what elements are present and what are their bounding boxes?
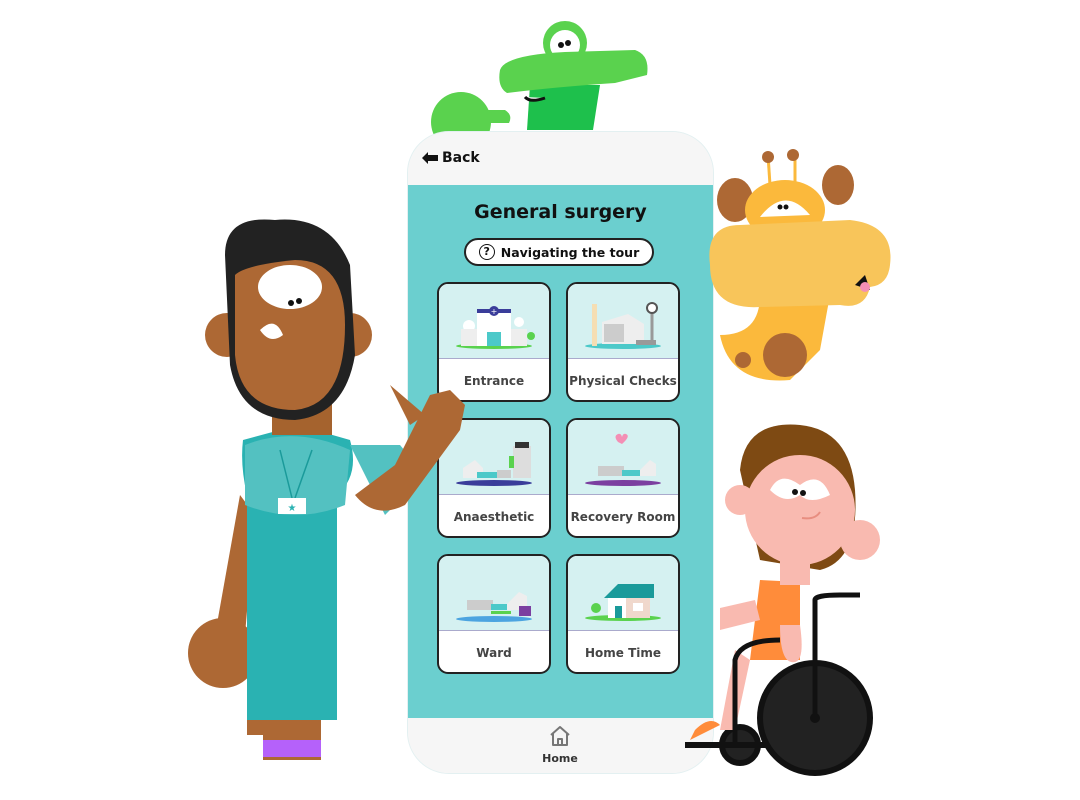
card-label: Home Time [584,646,662,660]
back-label: Back [442,150,480,166]
card-label: Recovery Room [570,510,676,524]
svg-text:+: + [491,307,498,316]
giraffe-character [709,149,891,381]
card-physical-checks[interactable]: Physical Checks [566,282,680,402]
arrow-left-icon [422,152,438,164]
house-icon [585,584,661,621]
home-button[interactable]: Home [530,724,590,765]
home-icon [550,726,570,746]
frog-character [431,21,648,145]
svg-text:★: ★ [288,503,297,514]
card-recovery-room[interactable]: Recovery Room [566,418,680,538]
scale-bed-icon [585,302,661,349]
recovery-bed-heart-icon [585,433,661,486]
card-label: Physical Checks [569,374,677,388]
app-header: Back [408,132,713,185]
home-label: Home [542,752,578,765]
navigating-tour-label: Navigating the tour [500,244,640,260]
nurse-character: ★ [188,219,465,760]
card-home-time[interactable]: Home Time [566,554,680,674]
back-button[interactable]: Back [422,150,480,166]
child-in-wheelchair-character [685,424,880,776]
navigating-tour-button[interactable]: ? Navigating the tour [464,238,654,266]
